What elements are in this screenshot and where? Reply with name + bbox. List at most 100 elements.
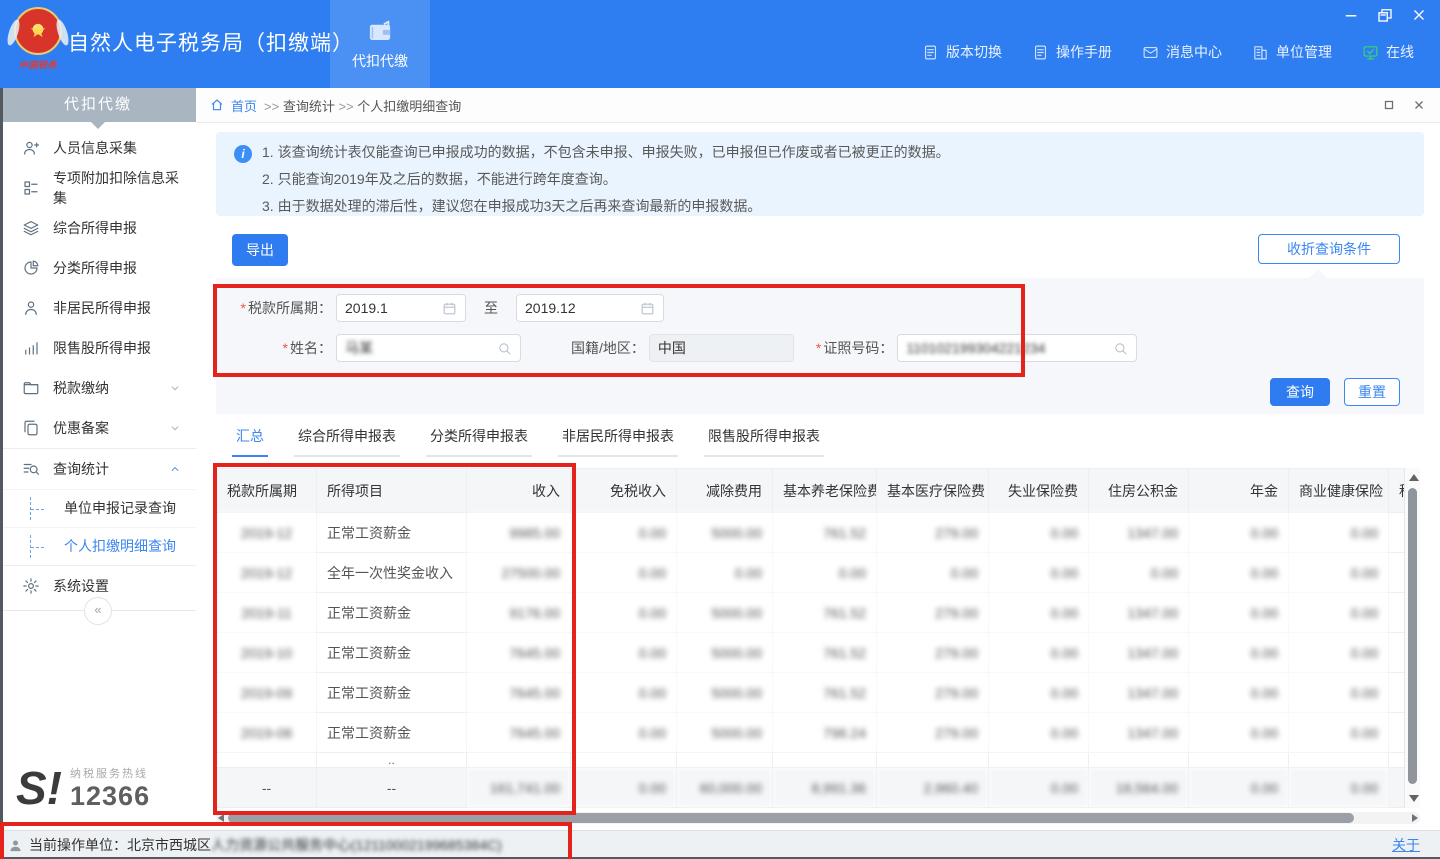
sidebar-item-限售股所得申报[interactable]: 限售股所得申报 bbox=[0, 328, 196, 368]
window-frame-left bbox=[0, 88, 3, 859]
header-menu-item[interactable]: 版本切换 bbox=[922, 42, 1002, 62]
scroll-left-arrow[interactable] bbox=[218, 814, 224, 822]
query-button[interactable]: 查询 bbox=[1270, 378, 1330, 406]
table-header-cell: 基本养老保险费 bbox=[773, 469, 877, 513]
summary-partial bbox=[1389, 768, 1405, 808]
id-number-input[interactable]: 110102199304221234 bbox=[897, 334, 1137, 362]
cell-income-item: 正常工资薪金 bbox=[317, 593, 467, 633]
building-icon bbox=[1252, 44, 1269, 61]
cell-amount: 0.00 bbox=[877, 553, 989, 593]
breadcrumb: 首页 >> 查询统计 >> 个人扣缴明细查询 bbox=[196, 88, 1440, 123]
copy-icon bbox=[22, 419, 40, 437]
sidebar-item-label: 分类所得申报 bbox=[53, 258, 137, 278]
sidebar-item-税款缴纳[interactable]: 税款缴纳 bbox=[0, 368, 196, 408]
horizontal-scroll-thumb[interactable] bbox=[228, 813, 1354, 823]
china-tax-emblem-logo: ★ 中国税务 bbox=[9, 4, 67, 76]
cell-amount: 0.00 bbox=[989, 593, 1089, 633]
table-header-row: 税款所属期所得项目收入免税收入减除费用基本养老保险费基本医疗保险费失业保险费住房… bbox=[217, 469, 1405, 513]
calendar-icon bbox=[442, 301, 457, 316]
cell-amount: 761.52 bbox=[773, 593, 877, 633]
close-icon[interactable] bbox=[1410, 6, 1428, 24]
sidebar-item-非居民所得申报[interactable]: 非居民所得申报 bbox=[0, 288, 196, 328]
header-menu-item[interactable]: 操作手册 bbox=[1032, 42, 1112, 62]
cell-amount: 279.00 bbox=[877, 713, 989, 753]
cell-amount: 0.00 bbox=[1189, 553, 1289, 593]
cell-amount: 0.00 bbox=[571, 513, 677, 553]
reset-button[interactable]: 重置 bbox=[1344, 378, 1400, 406]
tab-非居民所得申报表[interactable]: 非居民所得申报表 bbox=[558, 426, 678, 457]
table-row[interactable]: 2019-12全年一次性奖金收入27500.000.000.000.000.00… bbox=[217, 553, 1405, 593]
about-link[interactable]: 关于 bbox=[1392, 835, 1420, 855]
table-row[interactable]: 2019-11正常工资薪金9176.000.005000.00761.52279… bbox=[217, 593, 1405, 633]
minimize-icon[interactable] bbox=[1342, 6, 1360, 24]
cell-amount: 0.00 bbox=[677, 553, 773, 593]
cell-ellipsis bbox=[677, 753, 773, 768]
sidebar-collapse-button[interactable]: « bbox=[84, 597, 112, 625]
nav-tab-label: 代扣代缴 bbox=[352, 51, 408, 71]
notice-lines: 1. 该查询统计表仅能查询已申报成功的数据，不包含未申报、申报失败，已申报但已作… bbox=[262, 139, 1408, 220]
sidebar-item-综合所得申报[interactable]: 综合所得申报 bbox=[0, 208, 196, 248]
sidebar-item-专项附加扣除信息采集[interactable]: 专项附加扣除信息采集 bbox=[0, 168, 196, 208]
sidebar-item-查询统计[interactable]: 查询统计 bbox=[0, 448, 196, 489]
period-label: *税款所属期： bbox=[216, 298, 332, 318]
header-menu-item[interactable]: 在线 bbox=[1362, 42, 1414, 62]
cell-amount: 5000.00 bbox=[677, 513, 773, 553]
tab-分类所得申报表[interactable]: 分类所得申报表 bbox=[426, 426, 532, 457]
nav-tab-withholding[interactable]: 代扣代缴 bbox=[330, 0, 430, 88]
vertical-scroll-thumb[interactable] bbox=[1408, 488, 1417, 784]
search-icon bbox=[1113, 341, 1128, 356]
summary-amount: 18,564.00 bbox=[1089, 768, 1189, 808]
restore-icon[interactable] bbox=[1376, 6, 1394, 24]
horizontal-scrollbar[interactable] bbox=[216, 812, 1420, 824]
scroll-down-arrow[interactable] bbox=[1409, 795, 1419, 802]
breadcrumb-home[interactable]: 首页 bbox=[231, 96, 257, 115]
cell-amount: 0.00 bbox=[989, 673, 1089, 713]
collapse-query-button[interactable]: 收折查询条件 bbox=[1258, 234, 1400, 264]
sidebar-item-label: 非居民所得申报 bbox=[53, 298, 151, 318]
cell-amount: 761.52 bbox=[773, 513, 877, 553]
cell-amount: 1347.00 bbox=[1089, 673, 1189, 713]
cell-amount: 0.00 bbox=[1289, 593, 1389, 633]
sidebar-menu: 人员信息采集专项附加扣除信息采集综合所得申报分类所得申报非居民所得申报限售股所得… bbox=[0, 128, 196, 606]
chevron-down-icon bbox=[168, 381, 182, 395]
sidebar-subitem-个人扣缴明细查询[interactable]: 个人扣缴明细查询 bbox=[0, 527, 196, 565]
cell-partial bbox=[1389, 593, 1405, 633]
tab-综合所得申报表[interactable]: 综合所得申报表 bbox=[294, 426, 400, 457]
name-input[interactable]: 马某 bbox=[336, 334, 521, 362]
cell-income-item: 正常工资薪金 bbox=[317, 633, 467, 673]
table-row[interactable]: 2019-08正常工资薪金7645.000.005000.00798.24279… bbox=[217, 713, 1405, 753]
cell-ellipsis bbox=[773, 753, 877, 768]
nationality-input: 中国 bbox=[649, 334, 794, 362]
table-row[interactable]: 2019-09正常工资薪金7645.000.005000.00761.52279… bbox=[217, 673, 1405, 713]
search-list-icon bbox=[22, 460, 40, 478]
sidebar-item-label: 限售股所得申报 bbox=[53, 338, 151, 358]
sidebar-item-人员信息采集[interactable]: 人员信息采集 bbox=[0, 128, 196, 168]
period-from-input[interactable]: 2019.1 bbox=[336, 294, 466, 322]
table-header-cell: 年金 bbox=[1189, 469, 1289, 513]
cell-amount: 0.00 bbox=[1289, 553, 1389, 593]
export-button[interactable]: 导出 bbox=[232, 234, 288, 266]
panel-maximize-icon[interactable] bbox=[1382, 98, 1396, 112]
table-header-cell: 基本医疗保险费 bbox=[877, 469, 989, 513]
current-unit-redacted: 人力资源公共服务中心(12110002199685384C) bbox=[211, 835, 502, 855]
sidebar-item-分类所得申报[interactable]: 分类所得申报 bbox=[0, 248, 196, 288]
header-menu: 版本切换 操作手册 消息中心 单位管理 在线 bbox=[922, 30, 1414, 74]
summary-item: -- bbox=[317, 768, 467, 808]
scroll-right-arrow[interactable] bbox=[1412, 814, 1418, 822]
period-to-input[interactable]: 2019.12 bbox=[516, 294, 664, 322]
table-row[interactable]: 2019-12正常工资薪金9985.000.005000.00761.52279… bbox=[217, 513, 1405, 553]
window-controls bbox=[1342, 6, 1428, 24]
tab-汇总[interactable]: 汇总 bbox=[232, 426, 268, 457]
table-row[interactable]: 2019-10正常工资薪金7645.000.005000.00761.52279… bbox=[217, 633, 1405, 673]
scroll-up-arrow[interactable] bbox=[1409, 474, 1419, 481]
wallet-icon bbox=[364, 18, 396, 45]
online-status-icon bbox=[1362, 44, 1379, 61]
panel-close-icon[interactable] bbox=[1412, 98, 1426, 112]
header-menu-item[interactable]: 单位管理 bbox=[1252, 42, 1332, 62]
vertical-scrollbar[interactable] bbox=[1404, 468, 1420, 808]
tab-限售股所得申报表[interactable]: 限售股所得申报表 bbox=[704, 426, 824, 457]
sidebar-item-优惠备案[interactable]: 优惠备案 bbox=[0, 408, 196, 448]
header-menu-item[interactable]: 消息中心 bbox=[1142, 42, 1222, 62]
cell-amount: 279.00 bbox=[877, 513, 989, 553]
sidebar-subitem-单位申报记录查询[interactable]: 单位申报记录查询 bbox=[0, 489, 196, 527]
